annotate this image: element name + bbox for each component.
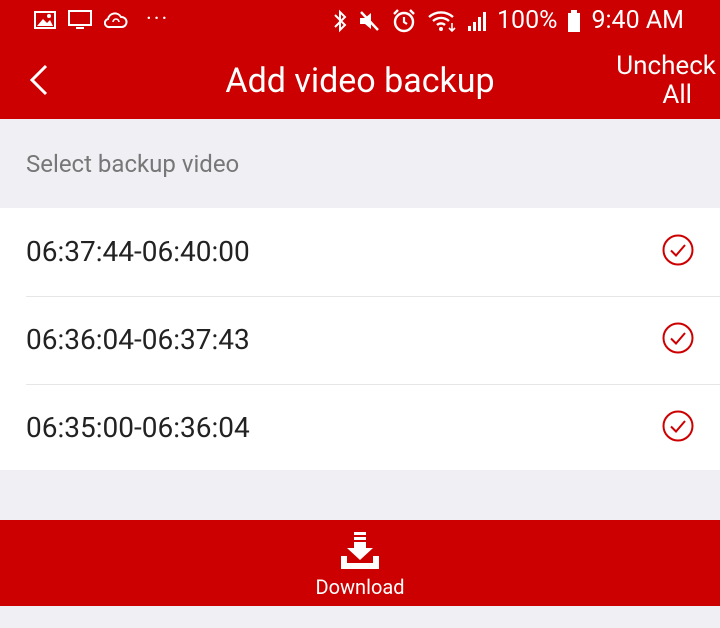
video-list-item[interactable]: 06:35:00-06:36:04: [0, 384, 720, 472]
download-icon: [341, 532, 379, 569]
signal-icon: [467, 12, 486, 31]
overflow-dots: ···: [146, 7, 170, 32]
video-list-item[interactable]: 06:37:44-06:40:00: [0, 208, 720, 296]
mute-icon: [359, 11, 379, 31]
check-circle-icon[interactable]: [662, 322, 694, 354]
uncheck-all-label-line1: Uncheck: [616, 51, 716, 81]
page-title: Add video backup: [225, 61, 495, 101]
battery-percent: 100%: [496, 6, 558, 35]
download-label: Download: [315, 575, 405, 599]
status-system: 100% 9:40 AM: [333, 6, 684, 36]
section-label: Select backup video: [26, 150, 240, 178]
cloud-sync-icon: [104, 12, 128, 29]
bluetooth-icon: [334, 9, 347, 33]
uncheck-all-label-line2: All: [662, 80, 692, 110]
video-list: 06:37:44-06:40:00 06:36:04-06:37:43 06:3…: [0, 208, 720, 470]
download-button[interactable]: Download: [0, 520, 720, 606]
check-circle-icon[interactable]: [662, 234, 694, 266]
battery-icon: [568, 10, 581, 32]
video-time-range: 06:37:44-06:40:00: [26, 235, 250, 268]
header: Add video backup Uncheck All: [0, 42, 720, 119]
monitor-icon: [68, 10, 92, 29]
video-time-range: 06:35:00-06:36:04: [26, 411, 250, 444]
video-time-range: 06:36:04-06:37:43: [26, 323, 250, 356]
video-list-item[interactable]: 06:36:04-06:37:43: [0, 296, 720, 384]
wifi-icon: [428, 11, 456, 33]
image-icon: [34, 11, 56, 29]
uncheck-all-button[interactable]: Uncheck All: [616, 52, 716, 110]
status-notifications: ···: [34, 7, 170, 32]
clock: 9:40 AM: [591, 6, 684, 35]
screen: ··· 100% 9:40 AM Add video backup Unchec…: [0, 0, 720, 628]
status-bar: ··· 100% 9:40 AM: [0, 0, 720, 42]
check-circle-icon[interactable]: [662, 410, 694, 442]
alarm-icon: [393, 9, 415, 33]
